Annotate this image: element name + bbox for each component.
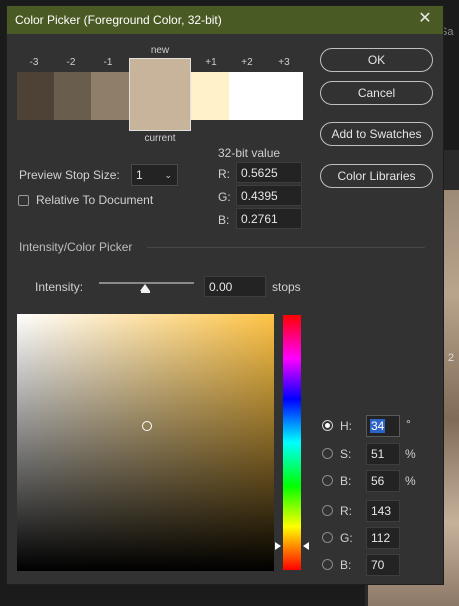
stop-label-plus3: +3 xyxy=(278,57,290,68)
close-icon[interactable]: ✕ xyxy=(415,9,435,29)
relative-to-document-label: Relative To Document xyxy=(36,193,154,207)
background-side-digit: 2 xyxy=(448,352,455,364)
hue-marker-left-icon[interactable] xyxy=(275,542,281,550)
b-float-field[interactable]: 0.2761 xyxy=(236,208,302,229)
stop-label-minus1: -1 xyxy=(103,57,113,68)
intensity-slider-thumb[interactable] xyxy=(140,284,150,291)
current-label: current xyxy=(144,133,176,144)
bit-value-heading: 32-bit value xyxy=(218,146,281,160)
stop-swatch-minus3[interactable] xyxy=(17,72,54,120)
hue-marker-right-icon[interactable] xyxy=(303,542,309,550)
brightness-unit: % xyxy=(405,474,416,488)
section-divider xyxy=(147,247,425,248)
intensity-unit: stops xyxy=(272,280,301,294)
stop-label-minus3: -3 xyxy=(29,57,39,68)
b-label: B: xyxy=(340,558,352,572)
color-cursor-icon[interactable] xyxy=(142,421,152,431)
chevron-down-icon: ⌄ xyxy=(164,170,172,180)
stop-label-plus2: +2 xyxy=(241,57,253,68)
brightness-field[interactable]: 56 xyxy=(366,470,400,492)
stop-swatch-plus3[interactable] xyxy=(266,72,303,120)
stop-label-plus1: +1 xyxy=(205,57,217,68)
intensity-field[interactable]: 0.00 xyxy=(204,276,266,297)
saturation-brightness-field[interactable] xyxy=(17,314,274,571)
intensity-section-heading: Intensity/Color Picker xyxy=(19,240,133,254)
hue-slider[interactable] xyxy=(283,315,301,570)
ok-button[interactable]: OK xyxy=(320,48,433,72)
r-radio[interactable] xyxy=(322,505,333,516)
stop-swatch-plus1[interactable] xyxy=(191,72,229,120)
h-field[interactable]: 34 xyxy=(366,415,400,437)
stop-label-minus2: -2 xyxy=(66,57,76,68)
b-float-label: B: xyxy=(218,213,230,227)
new-current-swatch[interactable] xyxy=(129,58,191,131)
s-label: S: xyxy=(340,447,352,461)
add-to-swatches-button[interactable]: Add to Swatches xyxy=(320,122,433,146)
h-radio[interactable] xyxy=(322,420,333,431)
g-float-label: G: xyxy=(218,190,231,204)
color-libraries-button[interactable]: Color Libraries xyxy=(320,164,433,188)
r-float-field[interactable]: 0.5625 xyxy=(236,162,302,183)
s-unit: % xyxy=(405,447,416,461)
g-label: G: xyxy=(340,531,353,545)
color-picker-dialog: Color Picker (Foreground Color, 32-bit) … xyxy=(6,5,444,585)
intensity-slider-thumb-base xyxy=(141,291,150,293)
r-label: R: xyxy=(340,504,352,518)
stop-swatch-plus2[interactable] xyxy=(229,72,266,120)
dialog-title: Color Picker (Foreground Color, 32-bit) xyxy=(15,13,222,27)
stop-swatch-minus1[interactable] xyxy=(91,72,129,120)
relative-to-document-checkbox[interactable] xyxy=(18,195,29,206)
b-radio[interactable] xyxy=(322,559,333,570)
cancel-button[interactable]: Cancel xyxy=(320,81,433,105)
title-bar[interactable]: Color Picker (Foreground Color, 32-bit) … xyxy=(7,6,443,34)
preview-stop-size-value: 1 xyxy=(136,168,143,182)
g-radio[interactable] xyxy=(322,532,333,543)
r-float-label: R: xyxy=(218,167,230,181)
stop-swatch-minus2[interactable] xyxy=(54,72,91,120)
h-label: H: xyxy=(340,419,352,433)
new-label: new xyxy=(150,45,170,56)
preview-stop-size-label: Preview Stop Size: xyxy=(19,168,120,182)
h-value: 34 xyxy=(370,419,386,433)
h-unit: ° xyxy=(406,417,411,431)
g-float-field[interactable]: 0.4395 xyxy=(236,185,302,206)
r-field[interactable]: 143 xyxy=(366,500,400,522)
s-radio[interactable] xyxy=(322,448,333,459)
new-color-swatch xyxy=(130,59,190,130)
intensity-label: Intensity: xyxy=(35,280,84,294)
color-field-black xyxy=(17,314,274,571)
s-field[interactable]: 51 xyxy=(366,443,400,465)
preview-stop-size-select[interactable]: 1 ⌄ xyxy=(131,164,178,186)
g-field[interactable]: 112 xyxy=(366,527,400,549)
b-field[interactable]: 70 xyxy=(366,554,400,576)
brightness-label: B: xyxy=(340,474,352,488)
brightness-radio[interactable] xyxy=(322,475,333,486)
